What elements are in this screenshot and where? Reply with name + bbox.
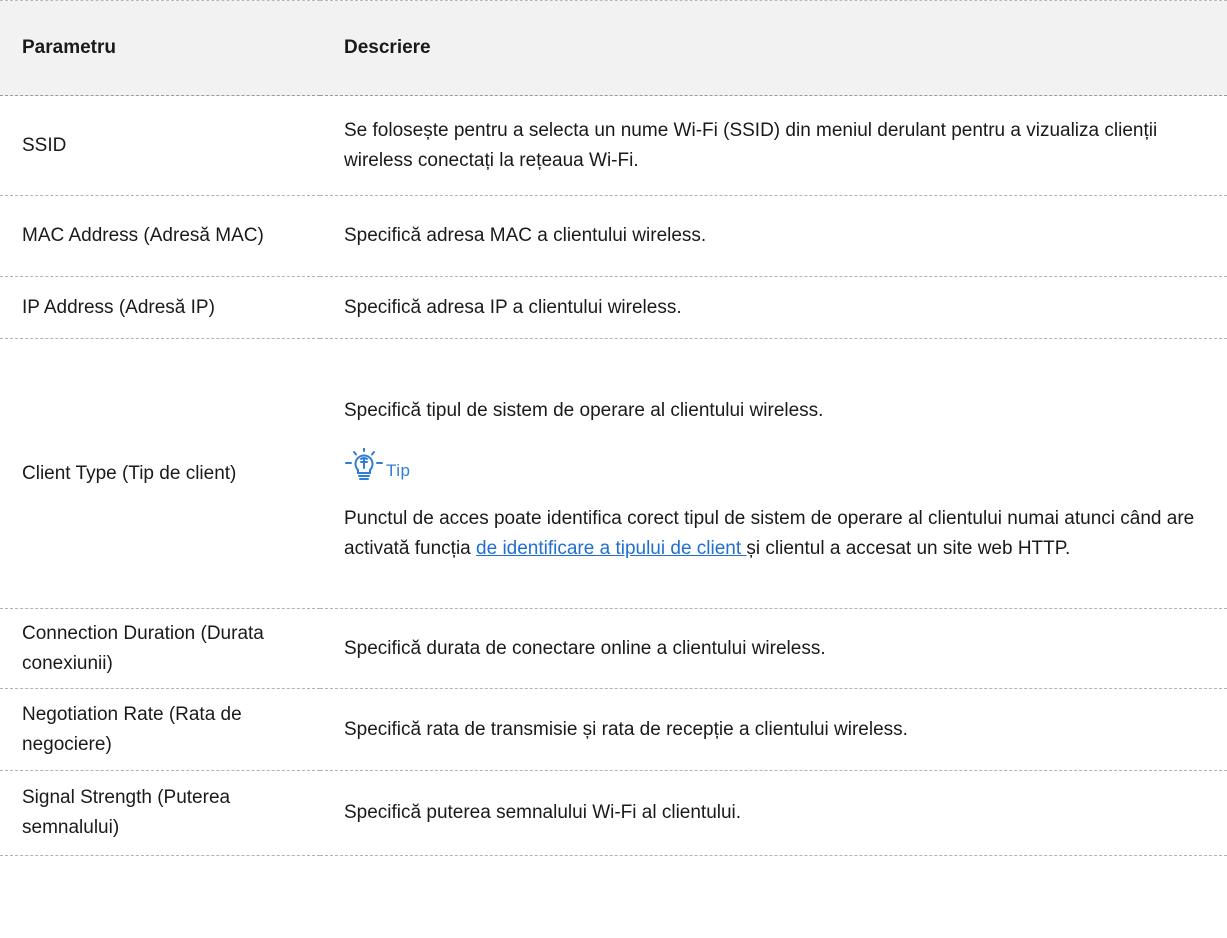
parameter-table: Parametru Descriere SSID Se folosește pe… xyxy=(0,0,1227,856)
lightbulb-icon xyxy=(344,446,384,484)
header-description: Descriere xyxy=(344,37,431,58)
description-cell: Se folosește pentru a selecta un nume Wi… xyxy=(344,119,1158,171)
description-cell: Specifică rata de transmisie și rata de … xyxy=(344,718,908,740)
tip-header: Tip xyxy=(344,446,1217,486)
tip-label: Tip xyxy=(386,460,411,480)
parameter-cell: Connection Duration (Durata conexiunii) xyxy=(22,622,264,674)
parameter-cell: SSID xyxy=(22,134,67,156)
header-parameter: Parametru xyxy=(22,37,116,58)
table-row: MAC Address (Adresă MAC) Specifică adres… xyxy=(0,196,1227,277)
description-cell: Specifică durata de conectare online a c… xyxy=(344,637,826,659)
table-row: Client Type (Tip de client) Specifică ti… xyxy=(0,339,1227,609)
table-row: Connection Duration (Durata conexiunii) … xyxy=(0,609,1227,689)
parameter-cell: Signal Strength (Puterea semnalului) xyxy=(22,787,231,838)
parameter-cell: Negotiation Rate (Rata de negociere) xyxy=(22,703,242,755)
description-cell: Specifică adresa MAC a clientului wirele… xyxy=(344,225,707,246)
tip-text: Punctul de acces poate identifica corect… xyxy=(344,504,1217,564)
description-cell: Specifică tipul de sistem de operare al … xyxy=(320,339,1227,609)
parameter-cell: Client Type (Tip de client) xyxy=(22,462,237,484)
table-row: Signal Strength (Puterea semnalului) Spe… xyxy=(0,771,1227,856)
table-row: SSID Se folosește pentru a selecta un nu… xyxy=(0,96,1227,196)
client-type-identification-link[interactable]: de identificare a tipului de client xyxy=(476,538,746,559)
table-header-row: Parametru Descriere xyxy=(0,0,1227,96)
table-row: Negotiation Rate (Rata de negociere) Spe… xyxy=(0,689,1227,771)
description-text: Specifică tipul de sistem de operare al … xyxy=(344,399,824,421)
tip-text-after: și clientul a accesat un site web HTTP. xyxy=(746,537,1071,559)
table-row: IP Address (Adresă IP) Specifică adresa … xyxy=(0,277,1227,339)
parameter-cell: IP Address (Adresă IP) xyxy=(22,296,215,318)
description-cell: Specifică puterea semnalului Wi-Fi al cl… xyxy=(344,802,742,823)
description-cell: Specifică adresa IP a clientului wireles… xyxy=(344,296,682,318)
parameter-cell: MAC Address (Adresă MAC) xyxy=(22,225,264,246)
